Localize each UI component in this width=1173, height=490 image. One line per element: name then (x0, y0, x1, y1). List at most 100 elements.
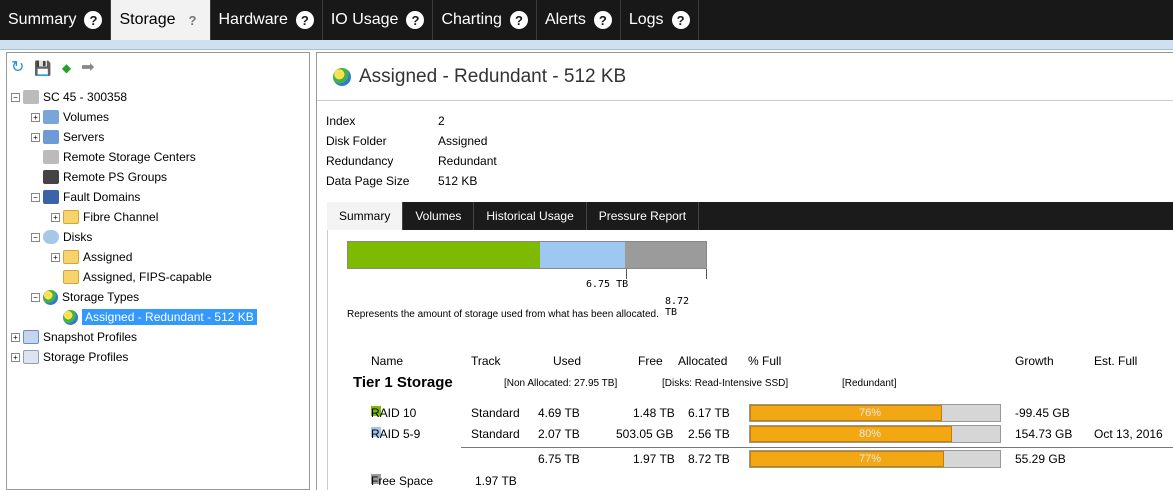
top-tab-bar: Summary? Storage? Hardware? IO Usage? Ch… (0, 0, 1173, 40)
collapse-toggle[interactable]: − (31, 192, 40, 202)
refresh-icon[interactable]: ↻ (11, 60, 24, 76)
total-row: 6.75 TB 1.97 TB 8.72 TB 77% 55.29 GB (328, 447, 1173, 469)
tier-non-allocated: [Non Allocated: 27.95 TB] (504, 378, 618, 389)
tab-storage-label: Storage (119, 11, 176, 28)
tree-item-storage-center[interactable]: − SC 45 - 300358 (11, 87, 127, 107)
disks-icon (43, 230, 59, 244)
tree-item-remote-ps-groups[interactable]: Remote PS Groups (43, 167, 167, 187)
help-icon[interactable]: ? (295, 11, 314, 29)
tree-item-fibre-channel[interactable]: + Fibre Channel (51, 207, 158, 227)
servers-icon (43, 130, 59, 144)
tab-io-usage[interactable]: IO Usage? (323, 0, 434, 40)
tree-item-volumes[interactable]: + Volumes (31, 107, 109, 127)
tree-item-storage-types[interactable]: − Storage Types (31, 287, 139, 307)
navigation-pane: ↻ 💾 ◆ ➡ − SC 45 - 300358 + Volumes + Server… (6, 52, 310, 490)
tab-volumes[interactable]: Volumes (403, 202, 475, 230)
detail-pane: Assigned - Redundant - 512 KB Index 2 Dis… (316, 52, 1173, 490)
tree-item-disks[interactable]: − Disks (31, 227, 92, 247)
est-full-cell: Oct 13, 2016 (1094, 427, 1163, 441)
tree-item-label: Assigned (83, 250, 133, 264)
column-header-free[interactable]: Free (638, 354, 663, 368)
column-header-allocated[interactable]: Allocated (678, 354, 727, 368)
property-label: Data Page Size (326, 174, 410, 188)
track-cell: Standard (471, 427, 520, 441)
tree-item-label: Fault Domains (63, 190, 141, 204)
total-growth: 55.29 GB (1015, 452, 1066, 466)
expand-toggle[interactable]: + (51, 252, 60, 262)
growth-cell: 154.73 GB (1015, 427, 1073, 441)
tier-disks: [Disks: Read-Intensive SSD] (662, 378, 789, 389)
tree-item-servers[interactable]: + Servers (31, 127, 104, 147)
free-space-label: Free Space (371, 474, 434, 488)
allocated-cell: 2.56 TB (688, 427, 730, 441)
expand-toggle[interactable]: + (31, 112, 40, 122)
help-icon[interactable]: ? (406, 11, 425, 29)
table-row[interactable]: RAID 5-9 Standard 2.07 TB 503.05 GB 2.56… (328, 424, 1173, 444)
storage-type-icon (333, 67, 351, 86)
tab-summary[interactable]: Summary? (0, 0, 112, 40)
detail-tab-bar: Summary Volumes Historical Usage Pressur… (327, 202, 1173, 230)
tab-summary-detail[interactable]: Summary (327, 202, 404, 230)
back-arrow-icon[interactable]: ◆ (62, 60, 71, 76)
allocation-bar-ticks: 6.75 TB 8.72 TB (347, 269, 707, 318)
property-list: Index 2 Disk Folder Assigned Redundancy Red… (326, 111, 497, 191)
column-header-name[interactable]: Name (371, 354, 403, 368)
tab-logs[interactable]: Logs? (621, 0, 699, 40)
property-value: Redundant (438, 154, 497, 168)
tree-item-remote-storage-centers[interactable]: Remote Storage Centers (43, 147, 196, 167)
used-cell: 2.07 TB (538, 427, 580, 441)
tree-item-assigned[interactable]: + Assigned (51, 247, 132, 267)
collapse-toggle[interactable]: − (31, 232, 40, 242)
tab-logs-label: Logs (628, 11, 664, 28)
expand-toggle[interactable]: + (51, 212, 60, 222)
tab-charting[interactable]: Charting? (433, 0, 537, 40)
detail-header: Assigned - Redundant - 512 KB (317, 53, 1173, 101)
tree-item-storage-profiles[interactable]: + Storage Profiles (11, 347, 128, 367)
tab-storage[interactable]: Storage? (111, 0, 211, 40)
tree-item-snapshot-profiles[interactable]: + Snapshot Profiles (11, 327, 137, 347)
help-icon[interactable]: ? (671, 11, 690, 29)
tier-name: Tier 1 Storage (353, 374, 453, 391)
expand-toggle[interactable]: + (11, 332, 20, 342)
tree-item-label: Volumes (63, 110, 110, 124)
tab-alerts[interactable]: Alerts? (537, 0, 621, 40)
tree-item-label: Snapshot Profiles (43, 330, 138, 344)
tree-item-fault-domains[interactable]: − Fault Domains (31, 187, 140, 207)
save-icon[interactable]: 💾 (34, 60, 51, 76)
forward-arrow-icon[interactable]: ➡ (81, 60, 94, 76)
help-icon[interactable]: ? (184, 11, 202, 29)
tree-item-assigned-redundant-512kb[interactable]: Assigned - Redundant - 512 KB (63, 307, 257, 327)
expand-toggle[interactable]: + (11, 352, 20, 362)
table-header: Name Track Used Free Allocated % Full Gr… (328, 350, 1173, 372)
tab-hardware[interactable]: Hardware? (211, 0, 323, 40)
tree-item-label: Assigned - Redundant - 512 KB (82, 309, 257, 325)
tree-item-label: Storage Types (62, 290, 140, 304)
column-header-used[interactable]: Used (553, 354, 581, 368)
tree-item-assigned-fips[interactable]: Assigned, FIPS-capable (63, 267, 212, 287)
column-header-pct-full[interactable]: % Full (748, 354, 781, 368)
expand-toggle[interactable]: + (31, 132, 40, 142)
help-icon[interactable]: ? (593, 11, 612, 29)
track-cell: Standard (471, 406, 520, 420)
collapse-toggle[interactable]: − (11, 92, 20, 102)
tab-charting-label: Charting (441, 11, 502, 28)
column-header-track[interactable]: Track (471, 354, 501, 368)
tab-hardware-label: Hardware (218, 11, 288, 28)
used-label: 6.75 TB (586, 279, 629, 290)
tab-pressure-report[interactable]: Pressure Report (587, 202, 700, 230)
column-header-est-full[interactable]: Est. Full (1094, 354, 1137, 368)
help-icon[interactable]: ? (84, 11, 103, 29)
storage-center-icon (23, 90, 39, 104)
total-divider (461, 447, 1001, 448)
help-icon[interactable]: ? (509, 11, 528, 29)
ps-group-icon (43, 170, 59, 184)
tab-io-usage-label: IO Usage (330, 11, 399, 28)
table-row[interactable]: RAID 10 Standard 4.69 TB 1.48 TB 6.17 TB… (328, 403, 1173, 423)
allocation-segment-raid-10 (348, 242, 541, 268)
free-space-value: 1.97 TB (475, 474, 517, 488)
volumes-icon (43, 110, 59, 124)
collapse-toggle[interactable]: − (31, 292, 40, 302)
total-allocated: 8.72 TB (688, 452, 730, 466)
tab-historical-usage[interactable]: Historical Usage (474, 202, 587, 230)
column-header-growth[interactable]: Growth (1015, 354, 1054, 368)
